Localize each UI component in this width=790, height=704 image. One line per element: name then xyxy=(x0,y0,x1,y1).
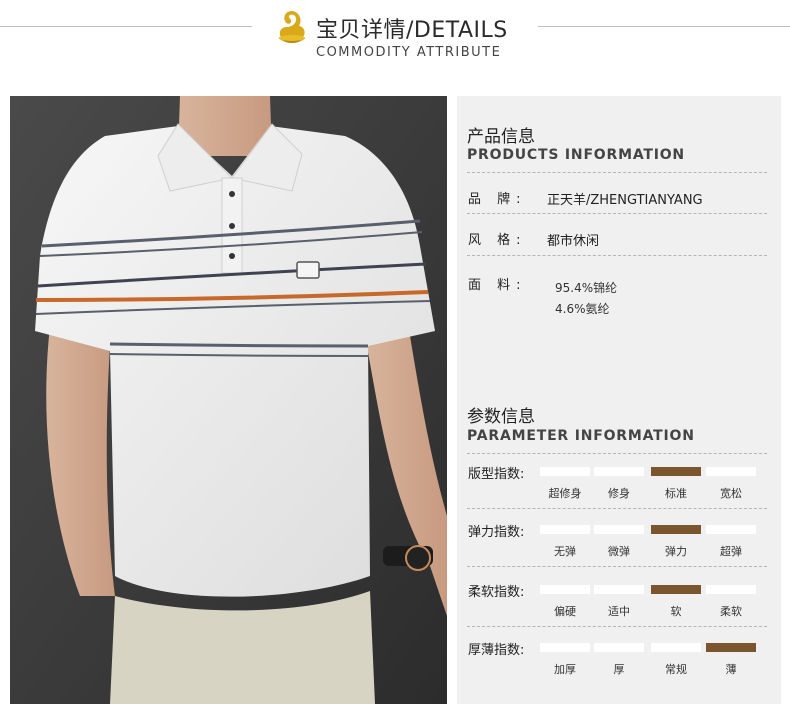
divider xyxy=(467,213,767,214)
scale-option-label: 偏硬 xyxy=(554,605,576,618)
scale-option-label: 弹力 xyxy=(665,545,687,558)
divider xyxy=(467,453,767,454)
scale-option-label: 常规 xyxy=(665,663,687,676)
parameter-label: 版型指数: xyxy=(468,467,525,482)
parameters-title-en: PARAMETER INFORMATION xyxy=(467,428,695,444)
divider xyxy=(467,566,767,567)
divider xyxy=(467,626,767,627)
scale-bar xyxy=(540,467,590,476)
scale-bar-selected xyxy=(651,525,701,534)
products-title-cn: 产品信息 xyxy=(467,127,535,147)
products-title-en: PRODUCTS INFORMATION xyxy=(467,147,685,163)
scale-option-label: 修身 xyxy=(608,487,630,500)
scale-option-label: 无弹 xyxy=(554,545,576,558)
scale-bar-selected xyxy=(651,467,701,476)
scale-bar-selected xyxy=(651,585,701,594)
scale-bar xyxy=(540,643,590,652)
page-title: 宝贝详情/DETAILS xyxy=(316,18,508,43)
scale-bar xyxy=(706,585,756,594)
polo-shirt-image xyxy=(10,96,447,704)
scale-bar xyxy=(706,467,756,476)
fabric-line-2: 4.6%氨纶 xyxy=(555,302,610,316)
info-panel: 产品信息 PRODUCTS INFORMATION 品 牌: 正天羊/ZHENG… xyxy=(457,96,781,704)
scale-option-label: 超弹 xyxy=(720,545,742,558)
divider xyxy=(467,172,767,173)
product-photo xyxy=(10,96,447,704)
scale-option-label: 软 xyxy=(670,605,682,618)
style-label: 风 格: xyxy=(468,233,527,248)
scale-bar xyxy=(594,525,644,534)
scale-option-label: 薄 xyxy=(725,663,737,676)
scale-bar xyxy=(540,585,590,594)
scale-option-label: 超修身 xyxy=(548,487,582,500)
style-value: 都市休闲 xyxy=(547,234,600,249)
divider xyxy=(467,508,767,509)
scale-bar xyxy=(594,467,644,476)
scale-bar-selected xyxy=(706,643,756,652)
parameter-label: 弹力指数: xyxy=(468,525,525,540)
parameter-label: 柔软指数: xyxy=(468,585,525,600)
scale-option-label: 微弹 xyxy=(608,545,630,558)
scale-option-label: 厚 xyxy=(613,663,625,676)
scale-bar xyxy=(594,585,644,594)
scale-option-label: 适中 xyxy=(608,605,630,618)
scale-bar xyxy=(651,643,701,652)
divider xyxy=(467,255,767,256)
header-divider-right xyxy=(538,26,790,27)
parameters-title-cn: 参数信息 xyxy=(467,407,535,427)
scale-option-label: 标准 xyxy=(665,487,687,500)
parameter-label: 厚薄指数: xyxy=(468,643,525,658)
gold-ingot-logo-icon xyxy=(278,11,306,43)
brand-label: 品 牌: xyxy=(468,192,527,207)
scale-option-label: 柔软 xyxy=(720,605,742,618)
scale-bar xyxy=(540,525,590,534)
scale-bar xyxy=(706,525,756,534)
details-header: 宝贝详情/DETAILS COMMODITY ATTRIBUTE xyxy=(0,0,790,78)
fabric-line-1: 95.4%锦纶 xyxy=(555,281,618,295)
scale-bar xyxy=(594,643,644,652)
header-divider-left xyxy=(0,26,252,27)
scale-option-label: 加厚 xyxy=(554,663,576,676)
brand-value: 正天羊/ZHENGTIANYANG xyxy=(547,193,703,208)
fabric-label: 面 料: xyxy=(468,278,527,293)
page-subtitle: COMMODITY ATTRIBUTE xyxy=(316,45,502,60)
scale-option-label: 宽松 xyxy=(720,487,742,500)
